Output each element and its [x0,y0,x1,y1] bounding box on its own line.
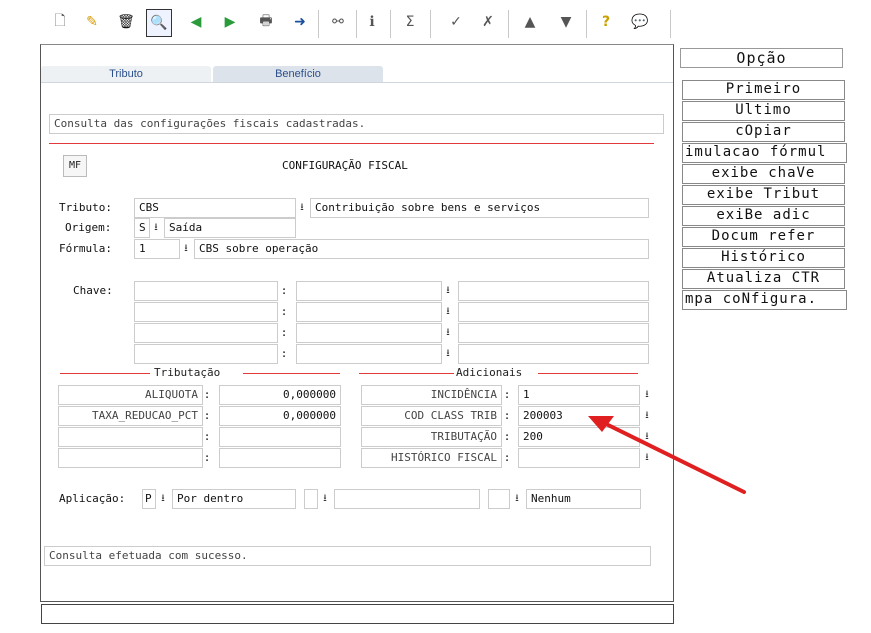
aplicacao-code-field[interactable]: P [142,489,156,509]
side-button-exibe-chave[interactable]: exibe chaVe [682,164,845,184]
binoculars-icon[interactable]: ⚯ [328,12,348,32]
bottom-bar [41,604,674,624]
tributacao-value[interactable] [219,427,341,447]
prev-icon[interactable]: ◀ [186,12,206,32]
chave-dropdown-icon[interactable]: ⭳ [442,302,454,322]
chave-field [458,344,649,364]
tributo-code-field[interactable]: CBS [134,198,296,218]
side-button-mapa-configuracao[interactable]: mpa coNfigura. [682,290,847,310]
chave-field[interactable] [296,281,442,301]
aplicacao-nenhum-dropdown-icon[interactable]: ⭳ [511,489,523,509]
formula-code-field[interactable]: 1 [134,239,180,259]
chave-field[interactable] [296,344,442,364]
section-title: CONFIGURAÇÃO FISCAL [282,159,408,172]
chave-dropdown-icon[interactable]: ⭳ [442,344,454,364]
chave-dropdown-icon[interactable]: ⭳ [442,281,454,301]
cancel-icon[interactable]: ✗ [478,12,498,32]
origem-label: Origem: [65,221,112,234]
adicionais-label: TRIBUTAÇÃO [361,427,502,447]
adicionais-label: COD CLASS TRIB [361,406,502,426]
chave-field[interactable] [134,344,278,364]
side-button-exibe-adic[interactable]: exiBe adic [682,206,845,226]
aplicacao-nenhum-code[interactable] [488,489,510,509]
formula-dropdown-icon[interactable]: ⭳ [180,239,192,259]
adicionais-label: INCIDÊNCIA [361,385,502,405]
aplicacao-dropdown-icon[interactable]: ⭳ [157,489,169,509]
aplicacao-extra-desc [334,489,480,509]
annotation-arrow [588,416,746,494]
chave-field [458,302,649,322]
side-button-copiar[interactable]: cOpiar [682,122,845,142]
mf-button[interactable]: MF [63,155,87,177]
new-doc-icon[interactable]: 🗋 [50,12,70,32]
help-icon[interactable]: ? [596,12,616,32]
down-icon[interactable]: ▼ [556,12,576,32]
chave-dropdown-icon[interactable]: ⭳ [442,323,454,343]
adicionais-dropdown-icon[interactable]: ⭳ [641,385,653,405]
tributacao-label [58,427,203,447]
tributacao-label: ALIQUOTA [58,385,203,405]
next-icon[interactable]: ▶ [220,12,240,32]
summary-icon[interactable]: Σ [400,12,420,32]
tab-tributo[interactable]: Tributo [41,66,211,82]
chave-grid: : ⭳ : ⭳ : ⭳ : ⭳ [134,281,654,365]
chave-label: Chave: [73,284,113,297]
export-icon[interactable]: ➜ [290,12,310,32]
toolbar: 🗋 ✎ 🗑 🔍 ◀ ▶ 🖶 ➜ ⚯ ℹ Σ ✓ ✗ ▲ ▼ ? 💬 [44,4,674,40]
tributacao-value[interactable] [219,448,341,468]
options-title: Opção [680,48,843,68]
chave-field[interactable] [134,302,278,322]
tributo-desc-field: Contribuição sobre bens e serviços [310,198,649,218]
tributacao-value[interactable]: 0,000000 [219,406,341,426]
trash-icon[interactable]: 🗑 [116,12,136,32]
chave-field[interactable] [134,281,278,301]
side-button-primeiro[interactable]: Primeiro [682,80,845,100]
status-message: Consulta efetuada com sucesso. [44,546,651,566]
tab-beneficio[interactable]: Benefício [213,66,383,82]
side-button-historico[interactable]: Histórico [682,248,845,268]
aplicacao-extra-dropdown-icon[interactable]: ⭳ [319,489,331,509]
check-icon[interactable]: ✓ [446,12,466,32]
formula-desc-field: CBS sobre operação [194,239,649,259]
origem-code-field[interactable]: S [134,218,150,238]
tributacao-title: Tributação [154,366,221,379]
origem-desc-field: Saída [164,218,296,238]
side-button-exibe-tributo[interactable]: exibe Tribut [682,185,845,205]
info-icon[interactable]: ℹ [362,12,382,32]
tributacao-label [58,448,203,468]
comment-icon[interactable]: 💬 [630,12,650,32]
tributo-dropdown-icon[interactable]: ⭳ [296,198,308,218]
aplicacao-label: Aplicação: [59,492,126,505]
chave-field[interactable] [296,302,442,322]
print-icon[interactable]: 🖶 [256,12,276,32]
aplicacao-desc-field: Por dentro [172,489,296,509]
tributacao-label: TAXA_REDUCAO_PCT [58,406,203,426]
tab-divider [41,82,673,83]
side-button-atualiza-ctr[interactable]: Atualiza CTR [682,269,845,289]
side-button-simulacao-formula[interactable]: imulacao fórmul [682,143,847,163]
header-divider [49,143,654,144]
search-icon[interactable]: 🔍 [146,9,172,37]
aplicacao-extra-code[interactable] [304,489,318,509]
chave-field [458,323,649,343]
adicionais-value[interactable]: 1 [518,385,640,405]
adicionais-title: Adicionais [456,366,523,379]
chave-field[interactable] [134,323,278,343]
tributacao-value[interactable]: 0,000000 [219,385,341,405]
adicionais-label: HISTÓRICO FISCAL [361,448,502,468]
chave-field[interactable] [296,323,442,343]
formula-label: Fórmula: [59,242,112,255]
tributo-label: Tributo: [59,201,112,214]
side-button-docum-refer[interactable]: Docum refer [682,227,845,247]
origem-dropdown-icon[interactable]: ⭳ [150,218,162,238]
header-message: Consulta das configurações fiscais cadas… [49,114,664,134]
edit-icon[interactable]: ✎ [82,12,102,32]
up-icon[interactable]: ▲ [520,12,540,32]
chave-field [458,281,649,301]
side-button-ultimo[interactable]: Ultimo [682,101,845,121]
